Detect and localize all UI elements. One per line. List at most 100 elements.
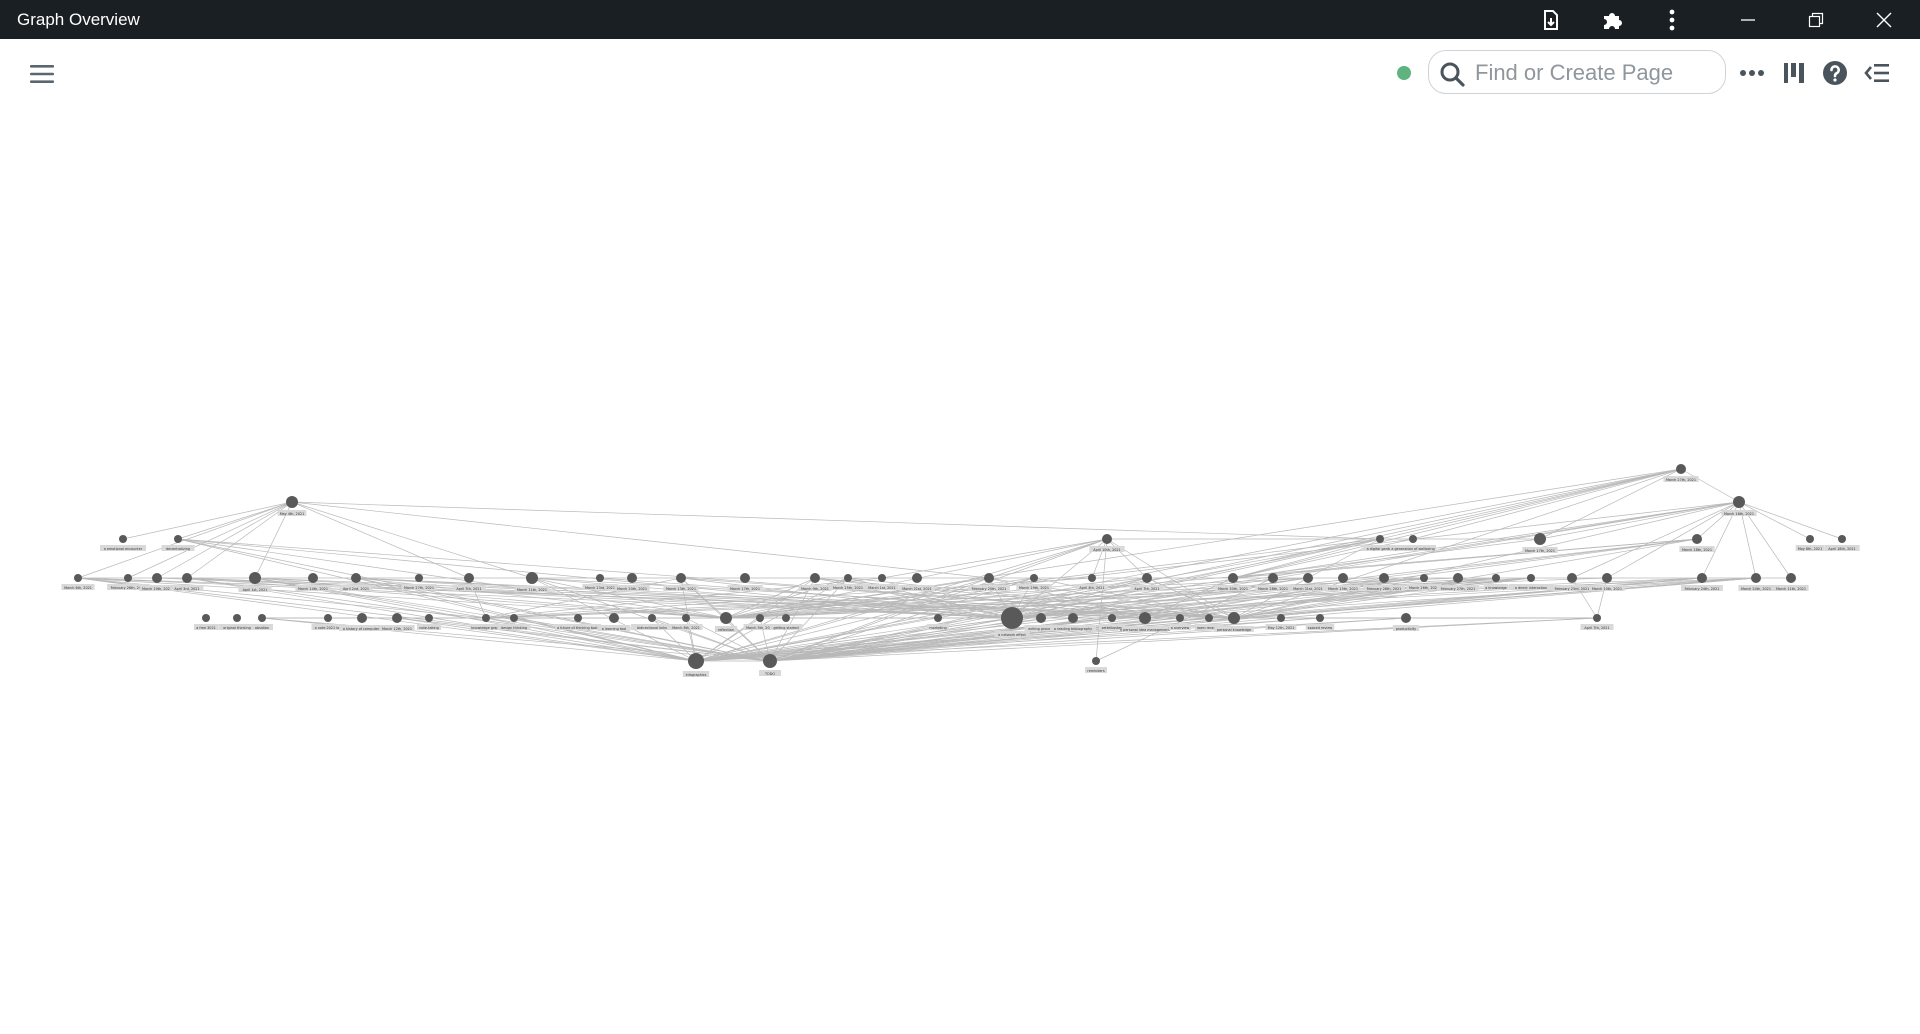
graph-node-dot[interactable] — [984, 573, 994, 583]
graph-node-dot[interactable] — [351, 573, 361, 583]
graph-node-dot[interactable] — [1176, 614, 1184, 622]
graph-node[interactable]: reminders — [1085, 657, 1107, 673]
graph-node-dot[interactable] — [1303, 573, 1313, 583]
graph-node[interactable]: a free 3021 — [193, 614, 219, 630]
graph-node-dot[interactable] — [740, 573, 750, 583]
graph-node[interactable]: reflection — [715, 612, 737, 632]
graph-node[interactable]: March 23rd, 2021 — [582, 574, 618, 590]
graph-node-dot[interactable] — [286, 496, 298, 508]
graph-node[interactable]: April 18th, 2021 — [1824, 535, 1860, 551]
graph-canvas[interactable]: March 27th, 2021 March 16th, 2021 May 8th,… — [0, 105, 1920, 1034]
graph-node-dot[interactable] — [782, 614, 790, 622]
graph-node[interactable]: a direct interaction — [1509, 574, 1553, 590]
graph-node-dot[interactable] — [912, 573, 922, 583]
extensions-button[interactable] — [1590, 0, 1634, 39]
graph-node-dot[interactable] — [720, 612, 732, 624]
graph-node-dot[interactable] — [756, 614, 764, 622]
graph-node[interactable]: decentralizing — [161, 535, 195, 551]
graph-node-dot[interactable] — [357, 613, 367, 623]
graph-node-dot[interactable] — [510, 614, 518, 622]
graph-node-dot[interactable] — [1420, 574, 1428, 582]
graph-node-dot[interactable] — [574, 614, 582, 622]
graph-node-dot[interactable] — [676, 573, 686, 583]
graph-node-dot[interactable] — [1108, 614, 1116, 622]
graph-node-dot[interactable] — [1316, 614, 1324, 622]
graph-node-dot[interactable] — [174, 535, 182, 543]
graph-node-dot[interactable] — [1205, 614, 1213, 622]
export-button[interactable] — [1529, 0, 1573, 39]
graph-node-dot[interactable] — [1142, 573, 1152, 583]
graph-node-dot[interactable] — [1492, 574, 1500, 582]
graph-node-dot[interactable] — [1534, 533, 1546, 545]
graph-node-dot[interactable] — [1453, 573, 1463, 583]
graph-node[interactable]: March 10th, 2021 — [1589, 573, 1625, 591]
more-options-button[interactable] — [1735, 56, 1769, 90]
graph-node-dot[interactable] — [1228, 573, 1238, 583]
graph-node-dot[interactable] — [1593, 614, 1601, 622]
graph-node-dot[interactable] — [1088, 574, 1096, 582]
graph-node-dot[interactable] — [308, 573, 318, 583]
graph-node-dot[interactable] — [763, 654, 777, 668]
graph-node-dot[interactable] — [415, 574, 423, 582]
graph-node-dot[interactable] — [934, 614, 942, 622]
help-button[interactable] — [1818, 56, 1852, 90]
graph-node[interactable]: a history of computers — [339, 613, 385, 631]
graph-node[interactable]: productivity — [1392, 613, 1420, 631]
graph-node-dot[interactable] — [1379, 573, 1389, 583]
graph-node-dot[interactable] — [258, 614, 266, 622]
graph-node-dot[interactable] — [1277, 614, 1285, 622]
graph-node[interactable]: March 12th, 2021 — [379, 613, 415, 631]
graph-node[interactable]: original thinking — [218, 614, 256, 630]
graph-node-dot[interactable] — [596, 574, 604, 582]
restore-button[interactable] — [1794, 0, 1838, 39]
left-sidebar-button[interactable] — [24, 56, 60, 92]
graph-node-dot[interactable] — [1001, 607, 1023, 629]
graph-node[interactable]: March 9th, 2021 — [798, 573, 832, 591]
graph-node-dot[interactable] — [1401, 613, 1411, 623]
graph-node-dot[interactable] — [152, 573, 162, 583]
search-box[interactable] — [1428, 50, 1726, 94]
graph-node[interactable]: March 6th, 2021 — [61, 574, 95, 590]
right-sidebar-button[interactable] — [1860, 56, 1894, 90]
graph-node-dot[interactable] — [1102, 534, 1112, 544]
graph-node-dot[interactable] — [682, 614, 690, 622]
close-button[interactable] — [1862, 0, 1906, 39]
graph-node[interactable]: May 8th, 2021 — [1795, 535, 1825, 551]
graph-node[interactable]: a future of thinking tools — [555, 614, 601, 630]
graph-node-dot[interactable] — [124, 574, 132, 582]
minimize-button[interactable] — [1726, 0, 1770, 39]
graph-node-dot[interactable] — [1036, 613, 1046, 623]
graph-node-dot[interactable] — [1697, 573, 1707, 583]
graph-node-dot[interactable] — [119, 535, 127, 543]
graph-node[interactable]: March 11th, 2021 — [1773, 573, 1809, 591]
graph-node-dot[interactable] — [1092, 657, 1100, 665]
graph-svg[interactable]: March 27th, 2021 March 16th, 2021 May 8th,… — [0, 105, 1920, 1034]
graph-node-dot[interactable] — [648, 614, 656, 622]
graph-node-dot[interactable] — [1751, 573, 1761, 583]
graph-node[interactable]: a learning tool — [597, 613, 631, 631]
graph-node[interactable]: March 1st, 2021 — [865, 574, 899, 590]
graph-node[interactable]: March 31st, 2021 — [1290, 573, 1326, 591]
graph-node-dot[interactable] — [609, 613, 619, 623]
graph-node-dot[interactable] — [1139, 612, 1151, 624]
graph-node-dot[interactable] — [844, 574, 852, 582]
graph-node-dot[interactable] — [202, 614, 210, 622]
graph-node-dot[interactable] — [1376, 535, 1384, 543]
graph-node-dot[interactable] — [324, 614, 332, 622]
graph-node-dot[interactable] — [1228, 612, 1240, 624]
graph-node[interactable]: March 20th, 2021 — [614, 573, 650, 591]
graph-node[interactable]: March 16th, 2021 — [1721, 496, 1757, 516]
graph-node-dot[interactable] — [627, 573, 637, 583]
graph-node[interactable]: March 24th, 2021 — [1738, 573, 1774, 591]
graph-node-dot[interactable] — [249, 572, 261, 584]
graph-node[interactable]: April 7th, 2021 — [1580, 614, 1614, 630]
graph-node-dot[interactable] — [1527, 574, 1535, 582]
search-input[interactable] — [1473, 57, 1717, 89]
all-pages-button[interactable] — [1777, 56, 1811, 90]
graph-node-dot[interactable] — [464, 573, 474, 583]
graph-node-dot[interactable] — [1806, 535, 1814, 543]
graph-node-dot[interactable] — [1676, 464, 1686, 474]
graph-node[interactable]: February 23rd, 2021 — [1551, 573, 1593, 591]
graph-node[interactable]: April 7th, 2021 — [1130, 573, 1164, 591]
graph-node[interactable]: a emotional encounter — [100, 535, 146, 551]
